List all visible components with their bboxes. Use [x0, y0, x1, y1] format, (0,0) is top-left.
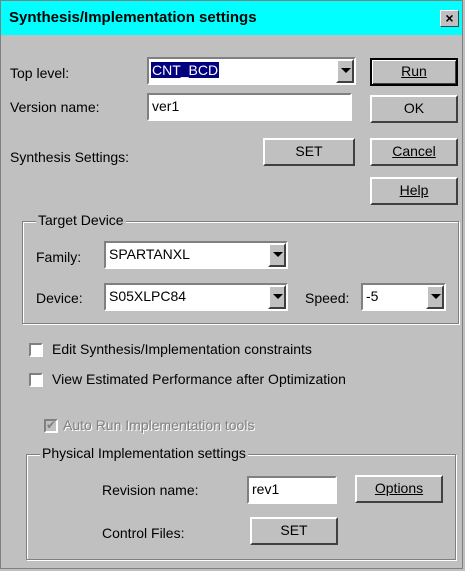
physical-settings-group — [26, 454, 456, 560]
version-name-label: Version name: — [10, 99, 100, 115]
view-performance-label[interactable]: View Estimated Performance after Optimiz… — [52, 371, 346, 387]
chevron-down-icon[interactable] — [336, 59, 354, 83]
close-icon: × — [445, 10, 454, 26]
revision-name-value: rev1 — [252, 481, 280, 497]
title-bar[interactable]: Synthesis/Implementation settings × — [1, 1, 462, 35]
family-label: Family: — [36, 249, 82, 265]
control-files-set-button[interactable]: SET — [250, 517, 338, 545]
revision-name-label: Revision name: — [102, 482, 199, 498]
synthesis-set-button[interactable]: SET — [263, 138, 355, 166]
physical-settings-group-label: Physical Implementation settings — [40, 445, 248, 461]
edit-constraints-checkbox[interactable] — [29, 343, 43, 357]
speed-dropdown[interactable]: -5 — [361, 283, 446, 311]
synthesis-settings-label: Synthesis Settings: — [10, 149, 130, 165]
auto-run-checkbox — [44, 418, 58, 433]
view-performance-checkbox[interactable] — [29, 373, 43, 387]
dialog-title: Synthesis/Implementation settings — [9, 9, 257, 26]
run-button[interactable]: Run — [370, 58, 458, 86]
cancel-label: Cancel — [392, 143, 436, 159]
speed-value: -5 — [366, 288, 379, 304]
settings-dialog: Synthesis/Implementation settings × Top … — [0, 0, 463, 569]
options-button[interactable]: Options — [355, 475, 443, 503]
version-name-value: ver1 — [152, 98, 180, 114]
help-label: Help — [399, 182, 429, 198]
cancel-button[interactable]: Cancel — [370, 138, 458, 166]
top-level-value: CNT_BCD — [151, 62, 220, 78]
chevron-down-icon[interactable] — [268, 285, 286, 309]
ok-button[interactable]: OK — [370, 95, 458, 123]
chevron-down-icon[interactable] — [426, 285, 444, 309]
options-label: Options — [374, 480, 424, 496]
close-button[interactable]: × — [440, 10, 459, 27]
edit-constraints-label[interactable]: Edit Synthesis/Implementation constraint… — [52, 341, 312, 357]
speed-label: Speed: — [305, 290, 350, 306]
run-label: Run — [401, 63, 427, 79]
family-dropdown[interactable]: SPARTANXL — [104, 241, 288, 269]
target-device-group-label: Target Device — [36, 212, 126, 228]
chevron-down-icon[interactable] — [268, 243, 286, 267]
revision-name-input[interactable]: rev1 — [247, 476, 337, 504]
device-value: S05XLPC84 — [109, 288, 187, 304]
top-level-dropdown[interactable]: CNT_BCD — [147, 57, 356, 85]
control-files-label: Control Files: — [102, 525, 185, 541]
auto-run-label: Auto Run Implementation tools — [63, 417, 255, 433]
version-name-input[interactable]: ver1 — [147, 93, 352, 121]
top-level-label: Top level: — [10, 65, 70, 81]
device-label: Device: — [36, 290, 83, 306]
device-dropdown[interactable]: S05XLPC84 — [104, 283, 288, 311]
help-button[interactable]: Help — [370, 177, 458, 205]
family-value: SPARTANXL — [109, 246, 190, 262]
